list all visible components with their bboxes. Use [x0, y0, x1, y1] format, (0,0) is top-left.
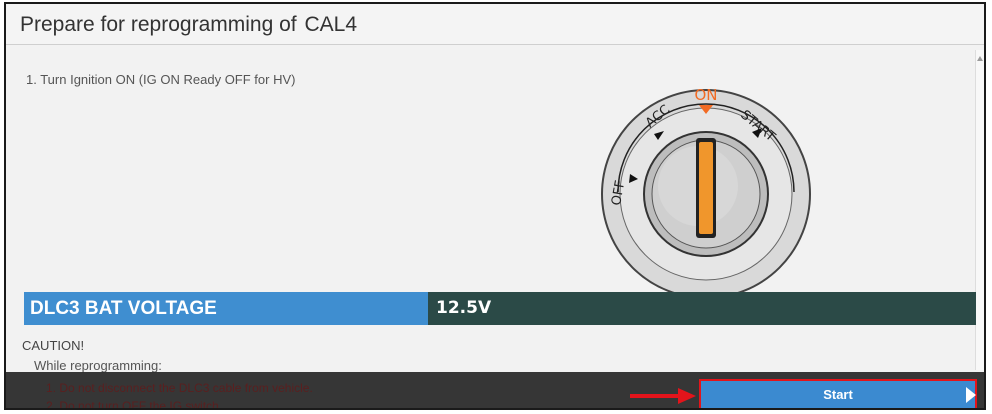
footer-bar: 1. Do not disconnect the DLC3 cable from… — [6, 372, 984, 410]
vertical-scrollbar[interactable] — [975, 50, 984, 370]
start-button[interactable]: Start — [699, 379, 977, 408]
title-text: Prepare for reprogramming of — [20, 13, 297, 36]
scroll-up-icon[interactable] — [977, 56, 983, 61]
ignition-on-label: ON — [694, 86, 717, 104]
reprogram-dialog: Prepare for reprogramming of CAL4 1. Tur… — [4, 2, 986, 410]
key-blade — [699, 142, 713, 234]
dialog-header: Prepare for reprogramming of CAL4 — [6, 4, 984, 45]
red-arrow-icon — [630, 388, 696, 404]
page-title: Prepare for reprogramming of CAL4 — [20, 13, 357, 37]
step-instruction: 1. Turn Ignition ON (IG ON Ready OFF for… — [26, 72, 296, 87]
voltage-readout: DLC3 BAT VOLTAGE 12.5V — [24, 292, 976, 325]
start-button-label: Start — [823, 387, 853, 402]
play-icon — [966, 387, 976, 403]
caution-subtitle: While reprogramming: — [34, 358, 162, 373]
ignition-switch-illustration: ON ACC START OFF — [601, 86, 811, 299]
caution-title: CAUTION! — [22, 338, 85, 353]
voltage-label: DLC3 BAT VOLTAGE — [24, 292, 428, 325]
voltage-value: 12.5V — [428, 292, 976, 325]
caution-item: 1. Do not disconnect the DLC3 cable from… — [46, 381, 313, 395]
caution-item: 2. Do not turn OFF the IG switch. — [46, 399, 223, 410]
target-module: CAL4 — [304, 13, 357, 36]
